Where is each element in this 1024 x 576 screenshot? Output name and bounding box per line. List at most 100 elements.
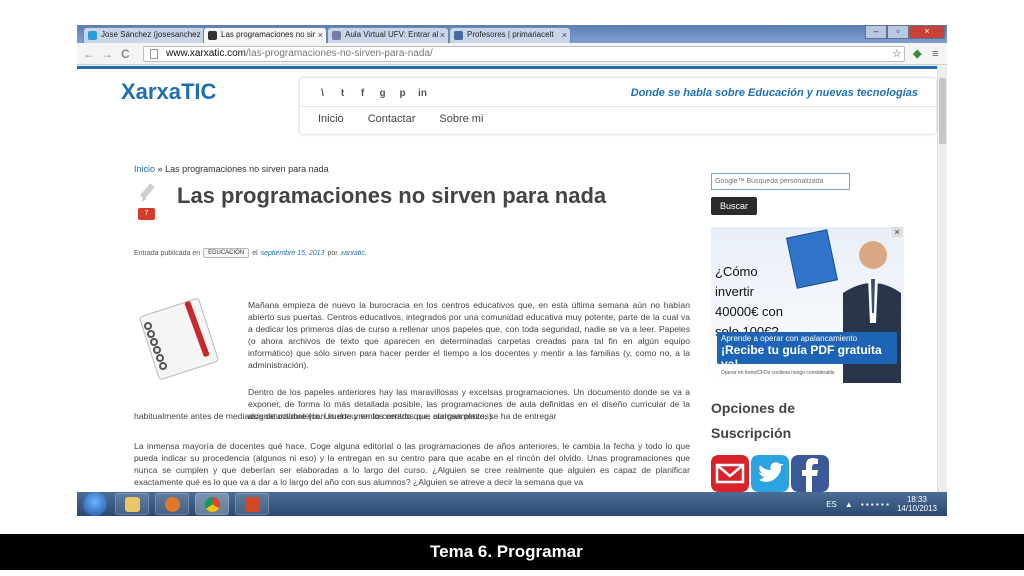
category-tag[interactable]: EDUCACIÓN (203, 248, 250, 258)
menu-item-sobre-mi[interactable]: Sobre mi (439, 113, 483, 125)
breadcrumb: Inicio » Las programaciones no sirven pa… (134, 164, 329, 174)
page-viewport: XarxaTIC \ t f g p in Donde se habla sob… (77, 66, 937, 492)
main-menu: Inicio Contactar Sobre mi (318, 113, 483, 125)
paragraph: La inmensa mayoría de docentes qué hace.… (134, 441, 690, 487)
tab-close-icon[interactable]: × (562, 28, 567, 42)
clock-time: 18:33 (906, 495, 927, 504)
reload-button[interactable]: C (121, 47, 130, 61)
chrome-app[interactable] (195, 493, 229, 515)
tray-icons[interactable]: ▪ ▪ ▪ ▪ ▪ ▪ (861, 500, 889, 509)
clock[interactable]: 18:33 14/10/2013 (897, 495, 937, 513)
clock-date: 14/10/2013 (896, 504, 937, 513)
twitter-subscribe-icon[interactable] (751, 455, 789, 492)
ad-fine-print: Operar en forex/CFDs conlleva riesgo con… (721, 370, 835, 376)
tab-close-icon[interactable]: × (440, 28, 445, 42)
tab-close-icon[interactable]: × (318, 28, 323, 42)
tab-label: Aula Virtual UFV: Entrar al (345, 30, 439, 39)
subscription-title: Opciones de Suscripción (711, 400, 796, 441)
tab-profesores[interactable]: Profesores | primariacelt × (449, 27, 571, 43)
menu-divider (300, 106, 936, 107)
scrollbar[interactable] (937, 66, 947, 492)
powerpoint-icon (245, 497, 260, 512)
breadcrumb-current: Las programaciones no sirven para nada (165, 164, 329, 174)
xarxatic-favicon-icon (208, 31, 217, 40)
ad-cta[interactable]: Aprende a operar con apalancamiento ¡Rec… (717, 332, 897, 371)
maximize-button[interactable]: ▫ (887, 25, 909, 39)
meta-prefix: Entrada publicada en (134, 249, 201, 257)
powerpoint-app[interactable] (235, 493, 269, 515)
firefox-app[interactable] (155, 493, 189, 515)
start-button[interactable] (83, 492, 107, 516)
pencil-icon (139, 183, 155, 202)
post-meta: Entrada publicada en EDUCACIÓN el septie… (134, 248, 367, 258)
minimize-button[interactable]: – (865, 25, 887, 39)
folder-icon (125, 497, 140, 512)
close-window-button[interactable]: × (909, 25, 945, 39)
search-input[interactable] (711, 173, 850, 190)
chrome-icon (205, 497, 220, 512)
address-bar: ← → C www.xarxatic.com/las-programacione… (77, 43, 947, 65)
search-button[interactable]: Buscar (711, 197, 757, 215)
extension-icon[interactable]: ◆ (913, 47, 921, 61)
paragraph: habitualmente antes de mediados de octub… (134, 411, 495, 421)
ad-cta-line2: ¡Recibe tu guía PDF gratuita ya! (721, 343, 882, 371)
slide-caption: Tema 6. Programar (430, 542, 583, 561)
tab-label: Las programaciones no sir (221, 30, 316, 39)
pinterest-icon[interactable]: p (397, 88, 408, 99)
comment-count-badge[interactable]: 7 (138, 208, 155, 220)
site-favicon-icon (454, 31, 463, 40)
screen: Jose Sánchez (josesanchez × Las programa… (77, 25, 947, 516)
notebook-image (134, 296, 231, 380)
meta-por: por (327, 249, 338, 257)
breadcrumb-separator: » (157, 164, 163, 174)
email-subscribe-icon[interactable] (711, 455, 749, 492)
linkedin-icon[interactable]: in (417, 88, 428, 99)
site-logo[interactable]: XarxaTIC (121, 79, 216, 105)
moodle-favicon-icon (332, 31, 341, 40)
meta-end: . (364, 249, 367, 257)
scrollbar-thumb[interactable] (939, 78, 946, 144)
google-plus-icon[interactable]: g (377, 88, 388, 99)
author-link[interactable]: xarxatic (341, 250, 365, 257)
paragraph: Mañana empieza de nuevo la burocracia en… (248, 300, 690, 370)
tab-xarxatic[interactable]: Las programaciones no sir × (203, 27, 327, 43)
advertisement[interactable]: × ¿Cómo invertir 40000€ con solo 100€? A… (711, 227, 904, 385)
browser-menu-icon[interactable]: ≡ (932, 47, 938, 61)
url-input[interactable]: www.xarxatic.com/las-programaciones-no-s… (143, 46, 905, 62)
facebook-icon[interactable]: f (357, 88, 368, 99)
subscription-icons (711, 455, 829, 492)
menu-item-inicio[interactable]: Inicio (318, 113, 344, 125)
site-header: XarxaTIC \ t f g p in Donde se habla sob… (77, 69, 937, 141)
forward-button[interactable]: → (101, 47, 113, 61)
language-indicator[interactable]: ES (826, 500, 837, 509)
window-controls: – ▫ × (865, 25, 945, 39)
twitter-icon[interactable]: t (337, 88, 348, 99)
bookmark-star-icon[interactable]: ☆ (892, 47, 902, 61)
social-icons: \ t f g p in (317, 88, 428, 99)
rss-icon[interactable]: \ (317, 88, 328, 99)
url-domain: www.xarxatic.com (166, 48, 247, 59)
facebook-subscribe-icon[interactable] (791, 455, 829, 492)
meta-el: el (252, 249, 258, 257)
system-tray: ES ▲ ▪ ▪ ▪ ▪ ▪ ▪ 18:33 14/10/2013 (826, 495, 937, 513)
taskbar: ES ▲ ▪ ▪ ▪ ▪ ▪ ▪ 18:33 14/10/2013 (77, 492, 947, 516)
ad-cta-line1: Aprende a operar con apalancamiento (721, 334, 858, 343)
firefox-icon (165, 497, 180, 512)
site-tagline: Donde se habla sobre Educación y nuevas … (630, 87, 918, 99)
caption-bar: Tema 6. Programar (0, 534, 1024, 570)
explorer-app[interactable] (115, 493, 149, 515)
tab-aula-virtual[interactable]: Aula Virtual UFV: Entrar al × (327, 27, 449, 43)
post-title: Las programaciones no sirven para nada (177, 183, 607, 208)
tab-label: Jose Sánchez (josesanchez (101, 30, 201, 39)
post-date-link[interactable]: septiembre 15, 2013 (261, 250, 325, 257)
menu-item-contactar[interactable]: Contactar (368, 113, 416, 125)
url-path: /las-programaciones-no-sirven-para-nada/ (246, 48, 433, 59)
page-content: Inicio » Las programaciones no sirven pa… (77, 141, 937, 492)
tab-label: Profesores | primariacelt (467, 30, 554, 39)
breadcrumb-home-link[interactable]: Inicio (134, 164, 155, 174)
back-button[interactable]: ← (83, 47, 95, 61)
twitter-favicon-icon (88, 31, 97, 40)
header-box: \ t f g p in Donde se habla sobre Educac… (300, 78, 936, 134)
page-icon (150, 49, 158, 59)
tray-arrow-icon[interactable]: ▲ (845, 500, 853, 509)
